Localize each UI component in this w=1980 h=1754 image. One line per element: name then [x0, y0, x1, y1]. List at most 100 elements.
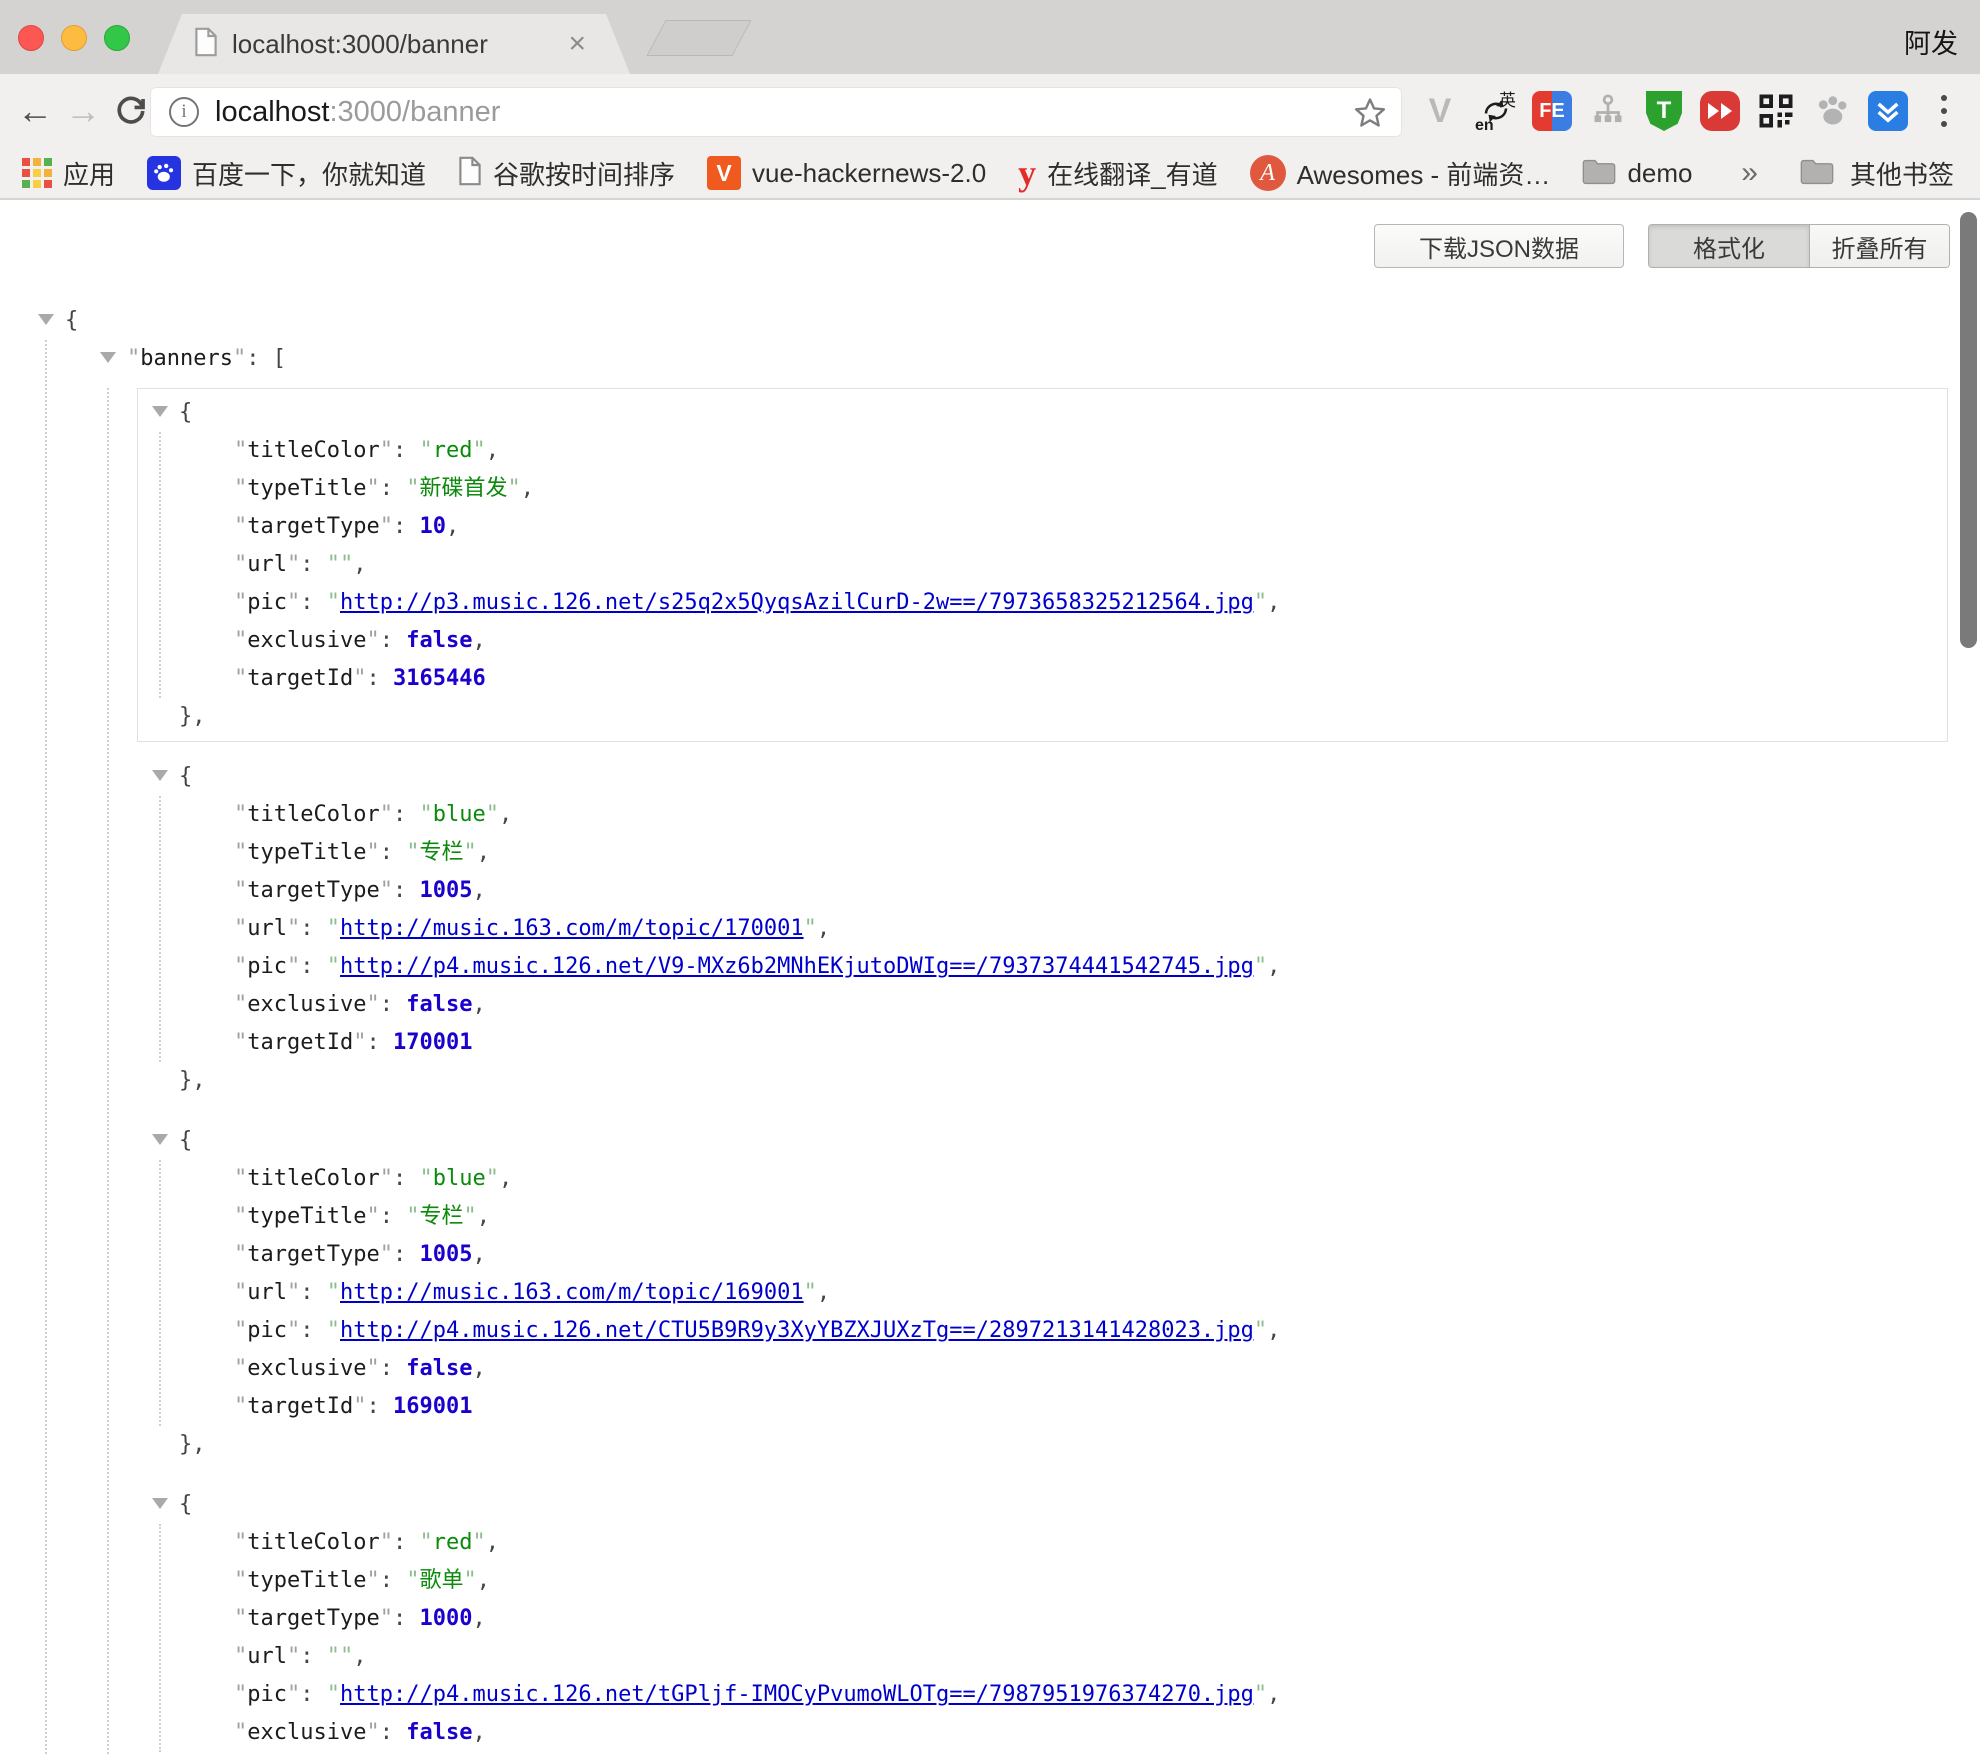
- profile-name[interactable]: 阿发: [1904, 22, 1958, 61]
- json-token: ": [234, 840, 247, 865]
- json-token: 170001: [393, 1030, 472, 1055]
- collapse-all-button[interactable]: 折叠所有: [1809, 225, 1949, 267]
- json-line: "typeTitle": "专栏",: [234, 1198, 1947, 1236]
- collapse-triangle-icon[interactable]: [152, 1498, 168, 1509]
- json-token: ": [234, 1242, 247, 1267]
- json-token: ,: [486, 1530, 499, 1555]
- json-token: ": [327, 1682, 340, 1707]
- json-token: false: [406, 992, 472, 1017]
- json-token: :: [366, 666, 393, 691]
- json-token: :: [300, 1682, 327, 1707]
- json-token: :: [380, 476, 407, 501]
- json-link[interactable]: http://p4.music.126.net/CTU5B9R9y3XyYBZX…: [340, 1318, 1254, 1343]
- address-bar[interactable]: i localhost:3000/banner: [150, 87, 1402, 137]
- collapse-triangle-icon[interactable]: [152, 770, 168, 781]
- json-line: "targetType": 10,: [234, 508, 1947, 546]
- json-token: targetId: [247, 666, 353, 691]
- json-token: ": [366, 476, 379, 501]
- page-document-icon: [194, 27, 218, 62]
- download-manager-icon[interactable]: [1860, 74, 1916, 148]
- json-link[interactable]: http://music.163.com/m/topic/169001: [340, 1280, 804, 1305]
- tampermonkey-shield-icon[interactable]: T: [1636, 74, 1692, 148]
- json-token: {: [179, 764, 192, 789]
- json-token: blue: [433, 1166, 486, 1191]
- json-token: ,: [477, 840, 490, 865]
- json-token: },: [179, 704, 206, 729]
- download-json-button[interactable]: 下载JSON数据: [1374, 224, 1624, 268]
- json-token: pic: [247, 590, 287, 615]
- json-token: titleColor: [247, 1166, 379, 1191]
- json-token: ": [234, 878, 247, 903]
- json-token: exclusive: [247, 1720, 366, 1745]
- json-token: targetType: [247, 514, 379, 539]
- json-token: ": [353, 1394, 366, 1419]
- back-icon[interactable]: ←: [12, 74, 58, 148]
- bookmark-awesomes[interactable]: A Awesomes - 前端资…: [1250, 155, 1551, 192]
- json-token: ": [234, 1030, 247, 1055]
- folder-icon: [1582, 157, 1616, 190]
- page-info-icon[interactable]: i: [169, 97, 199, 127]
- bookmark-folder-demo[interactable]: demo: [1582, 157, 1692, 190]
- tab-close-icon[interactable]: ×: [568, 29, 586, 59]
- banner-object-props: "titleColor": "blue","typeTitle": "专栏","…: [159, 1160, 1947, 1426]
- json-line: {: [152, 758, 1947, 796]
- json-line: "exclusive": false,: [234, 622, 1947, 660]
- json-token: :: [300, 1644, 327, 1669]
- json-link[interactable]: http://music.163.com/m/topic/170001: [340, 916, 804, 941]
- json-token: ": [406, 1204, 419, 1229]
- json-token: ": [1254, 590, 1267, 615]
- bookmark-vue-hackernews[interactable]: V vue-hackernews-2.0: [707, 156, 986, 190]
- format-button[interactable]: 格式化: [1649, 225, 1809, 267]
- collapse-triangle-icon[interactable]: [38, 314, 54, 325]
- new-tab-button[interactable]: [646, 20, 751, 56]
- banner-object-1: {"titleColor": "blue","typeTitle": "专栏",…: [137, 752, 1948, 1106]
- json-token: url: [247, 916, 287, 941]
- bookmark-baidu[interactable]: 百度一下，你就知道: [147, 155, 426, 192]
- fe-helper-icon[interactable]: FE: [1524, 74, 1580, 148]
- collapse-triangle-icon[interactable]: [152, 406, 168, 417]
- awesomes-icon: A: [1250, 155, 1286, 191]
- json-token: ": [463, 1568, 476, 1593]
- zoom-window-button[interactable]: [104, 25, 130, 51]
- collapse-triangle-icon[interactable]: [152, 1134, 168, 1145]
- json-token: ": [287, 552, 300, 577]
- qr-code-icon[interactable]: [1748, 74, 1804, 148]
- json-token: titleColor: [247, 802, 379, 827]
- bookmark-apps[interactable]: 应用: [22, 155, 115, 192]
- close-window-button[interactable]: [18, 25, 44, 51]
- scrollbar-thumb[interactable]: [1960, 212, 1977, 648]
- json-link[interactable]: http://p4.music.126.net/tGPljf-IMOCyPvum…: [340, 1682, 1254, 1707]
- translate-icon[interactable]: 英 en: [1468, 74, 1524, 148]
- bookmark-google-sort[interactable]: 谷歌按时间排序: [458, 155, 675, 192]
- paw-icon[interactable]: [1804, 74, 1860, 148]
- json-token: exclusive: [247, 628, 366, 653]
- octotree-icon[interactable]: [1580, 74, 1636, 148]
- json-token: typeTitle: [247, 1568, 366, 1593]
- browser-tab[interactable]: localhost:3000/banner ×: [158, 14, 630, 74]
- bookmarks-overflow-icon[interactable]: »: [1741, 156, 1758, 190]
- forward-icon[interactable]: →: [60, 74, 106, 148]
- bookmark-star-icon[interactable]: [1353, 96, 1387, 135]
- json-line: "typeTitle": "新碟首发",: [234, 470, 1947, 508]
- json-token: blue: [433, 802, 486, 827]
- minimize-window-button[interactable]: [61, 25, 87, 51]
- json-line: "exclusive": false,: [234, 986, 1947, 1024]
- collapse-triangle-icon[interactable]: [100, 352, 116, 363]
- json-token: ": [234, 476, 247, 501]
- json-token: titleColor: [247, 438, 379, 463]
- json-token: ": [380, 1242, 393, 1267]
- json-link[interactable]: http://p4.music.126.net/V9-MXz6b2MNhEKju…: [340, 954, 1254, 979]
- traffic-lights: [18, 25, 130, 51]
- json-token: 1005: [419, 1242, 472, 1267]
- reload-icon[interactable]: [108, 74, 154, 148]
- json-link[interactable]: http://p3.music.126.net/s25q2x5QyqsAzilC…: [340, 590, 1254, 615]
- bookmark-youdao[interactable]: y 在线翻译_有道: [1018, 152, 1217, 194]
- json-token: :: [380, 1204, 407, 1229]
- other-bookmarks-label[interactable]: 其他书签: [1850, 155, 1954, 192]
- browser-menu-icon[interactable]: [1916, 74, 1972, 148]
- json-line: "targetType": 1000,: [234, 1600, 1947, 1638]
- fast-forward-icon[interactable]: [1692, 74, 1748, 148]
- vue-devtools-icon[interactable]: V: [1412, 74, 1468, 148]
- json-token: ": [234, 1606, 247, 1631]
- banner-object-3: {"titleColor": "red","typeTitle": "歌单","…: [137, 1480, 1948, 1754]
